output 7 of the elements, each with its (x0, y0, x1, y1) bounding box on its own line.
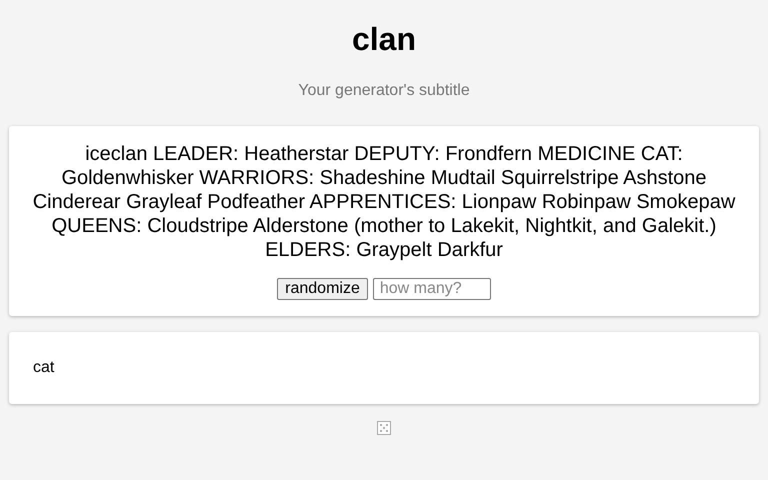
card-text: cat (33, 359, 54, 376)
page-title: clan (350, 20, 418, 58)
dice-icon[interactable] (376, 420, 392, 436)
generated-text: iceclan LEADER: Heatherstar DEPUTY: Frondfern MEDICINE CAT: Goldenwhisker WARRIORS: Shadeshine Mudtail Squirrelstripe Ashstone Cinderear Grayleaf Podfeather APPRENTICES: Lionpaw Robinpaw Smokepaw QUEENS: Cloudstripe Alderstone (mother to Lakekit, Nightkit, and Galekit.) ELDERS: Graypelt Darkfur (32, 142, 736, 262)
subtitle: Your generator's subtitle (297, 82, 471, 100)
count-field[interactable]: how many? (372, 278, 491, 300)
randomize-button[interactable]: randomize (277, 278, 368, 300)
